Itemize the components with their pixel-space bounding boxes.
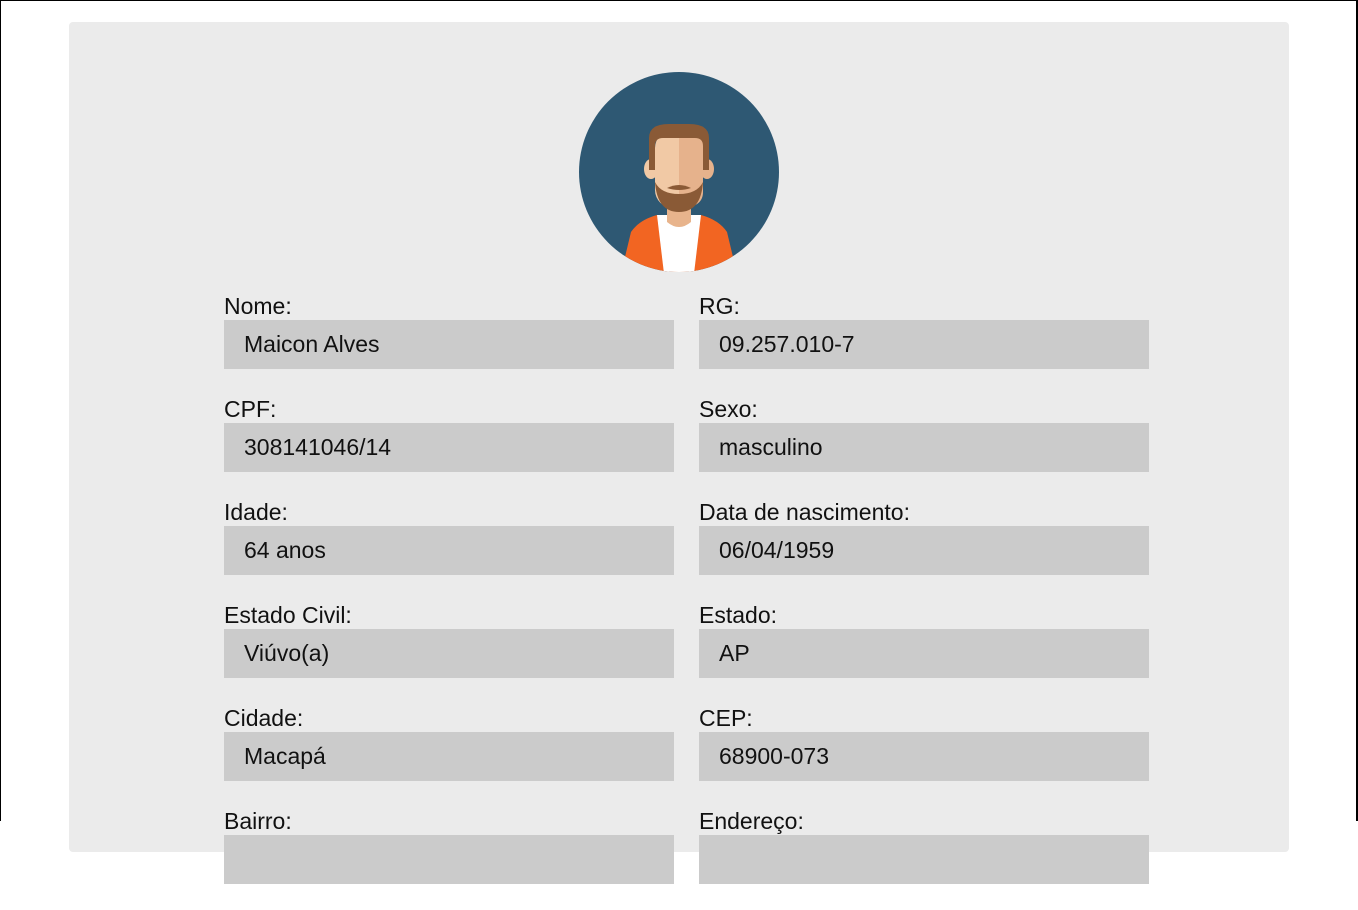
field-label: Estado:: [699, 602, 777, 628]
field-nome: Nome: Maicon Alves: [224, 292, 674, 395]
field-estado: Estado: AP: [699, 601, 1149, 704]
field-value: 64 anos: [224, 526, 674, 575]
field-label: Nome:: [224, 293, 292, 319]
field-cep: CEP: 68900-073: [699, 704, 1149, 807]
field-value: masculino: [699, 423, 1149, 472]
field-value: Viúvo(a): [224, 629, 674, 678]
field-estado-civil: Estado Civil: Viúvo(a): [224, 601, 674, 704]
field-label: Sexo:: [699, 396, 758, 422]
field-value: 68900-073: [699, 732, 1149, 781]
field-value: Macapá: [224, 732, 674, 781]
field-endereco: Endereço:: [699, 807, 1149, 910]
field-bairro: Bairro:: [224, 807, 674, 910]
field-label: Idade:: [224, 499, 288, 525]
field-label: Estado Civil:: [224, 602, 352, 628]
field-cidade: Cidade: Macapá: [224, 704, 674, 807]
field-value: 308141046/14: [224, 423, 674, 472]
field-label: CEP:: [699, 705, 753, 731]
field-rg: RG: 09.257.010-7: [699, 292, 1149, 395]
field-value: [224, 835, 674, 884]
male-bearded-avatar-icon: [579, 72, 779, 272]
field-label: RG:: [699, 293, 740, 319]
field-cpf: CPF: 308141046/14: [224, 395, 674, 498]
field-label: Cidade:: [224, 705, 304, 731]
field-value: 09.257.010-7: [699, 320, 1149, 369]
field-value: [699, 835, 1149, 884]
avatar: [579, 72, 779, 272]
field-idade: Idade: 64 anos: [224, 498, 674, 601]
profile-card: Nome: Maicon Alves RG: 09.257.010-7 CPF:…: [69, 22, 1289, 884]
field-value: AP: [699, 629, 1149, 678]
profile-fields: Nome: Maicon Alves RG: 09.257.010-7 CPF:…: [224, 292, 1149, 910]
field-label: Data de nascimento:: [699, 499, 910, 525]
field-value: 06/04/1959: [699, 526, 1149, 575]
field-label: Endereço:: [699, 808, 804, 834]
field-value: Maicon Alves: [224, 320, 674, 369]
field-label: CPF:: [224, 396, 277, 422]
field-data-nascimento: Data de nascimento: 06/04/1959: [699, 498, 1149, 601]
field-label: Bairro:: [224, 808, 292, 834]
field-sexo: Sexo: masculino: [699, 395, 1149, 498]
